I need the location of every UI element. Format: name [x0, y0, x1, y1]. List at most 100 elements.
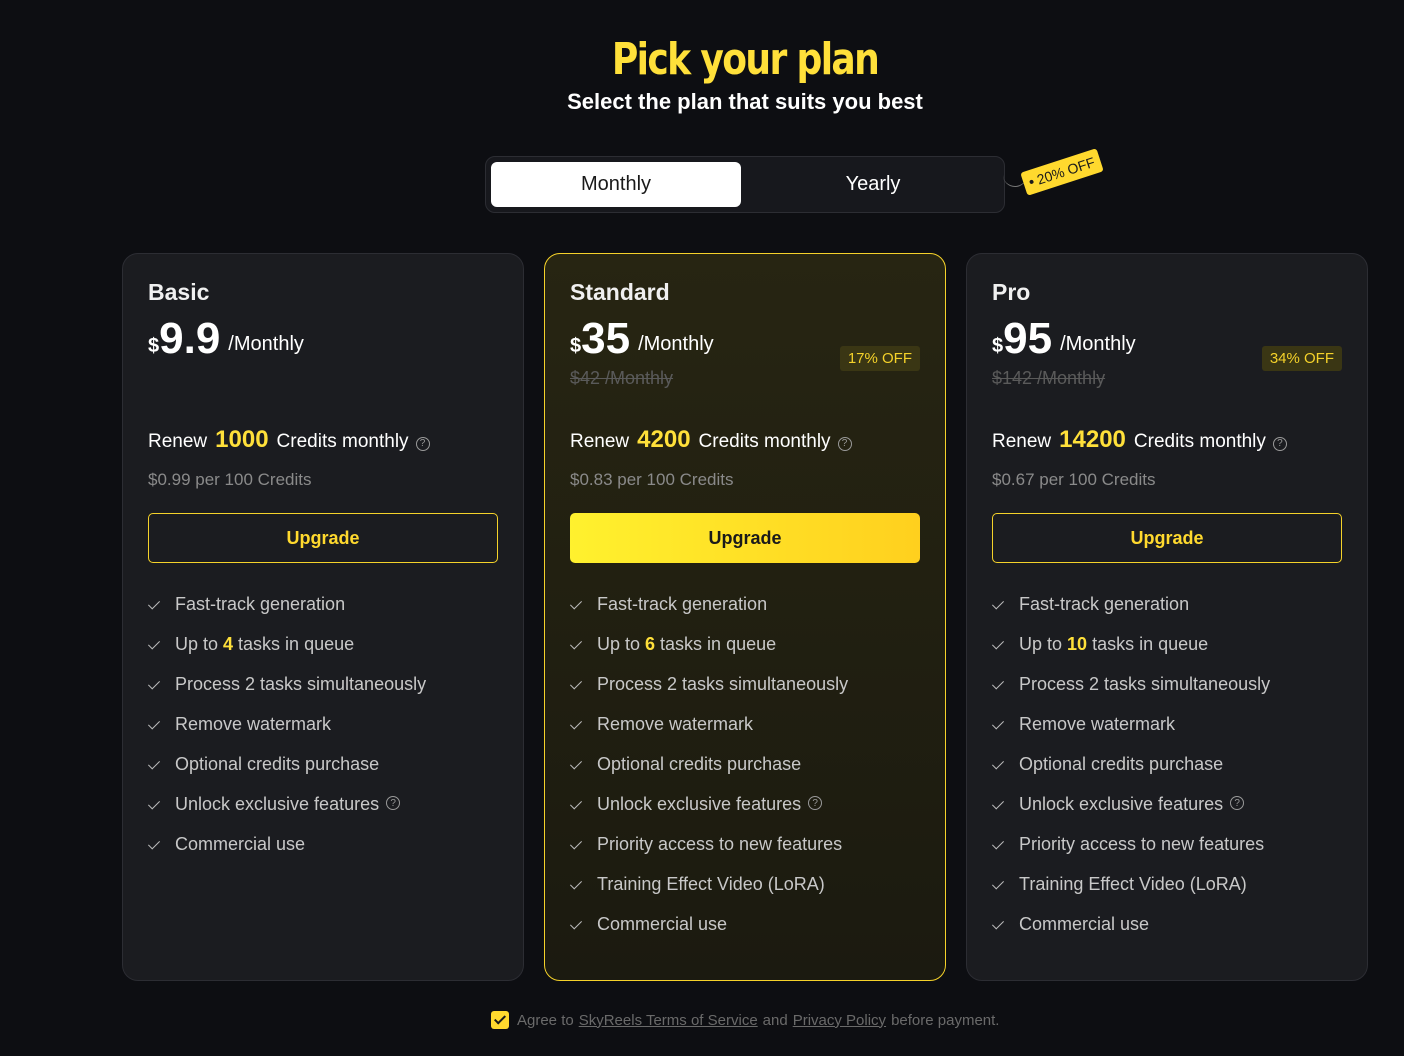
feature-item: Up to 6 tasks in queue: [570, 624, 848, 664]
feature-text: Unlock exclusive features: [1019, 793, 1224, 814]
check-icon: [148, 837, 163, 852]
renew-credits: Renew 4200 Credits monthly ?: [570, 426, 852, 454]
feature-item: Training Effect Video (LoRA): [992, 864, 1270, 904]
upgrade-button[interactable]: Upgrade: [992, 513, 1342, 563]
original-price: $42 /Monthly: [570, 368, 674, 388]
feature-text: Fast-track generation: [1019, 593, 1190, 614]
renew-prefix: Renew: [148, 431, 208, 452]
feature-text: Unlock exclusive features: [175, 793, 380, 814]
agree-and: and: [762, 1011, 788, 1029]
feature-text: Optional credits purchase: [175, 753, 380, 774]
help-icon[interactable]: ?: [1272, 436, 1287, 451]
terms-link[interactable]: SkyReels Terms of Service: [579, 1012, 758, 1029]
feature-item: Priority access to new features: [570, 824, 848, 864]
renew-credits: Renew 1000 Credits monthly ?: [148, 426, 430, 454]
price-amount: 95: [1003, 314, 1053, 363]
feature-text: Up to: [597, 633, 641, 654]
renew-prefix: Renew: [992, 431, 1052, 452]
credits-count: 14200: [1059, 426, 1126, 453]
renew-credits: Renew 14200 Credits monthly ?: [992, 426, 1287, 454]
renew-suffix: Credits monthly: [698, 431, 831, 452]
check-icon: [992, 637, 1007, 652]
check-icon: [570, 717, 585, 732]
monthly-toggle-button[interactable]: Monthly: [491, 162, 741, 207]
check-icon: [570, 917, 585, 932]
credit-rate: $0.67 per 100 Credits: [992, 470, 1156, 489]
privacy-link[interactable]: Privacy Policy: [793, 1012, 886, 1029]
upgrade-button[interactable]: Upgrade: [570, 513, 920, 563]
feature-item: Up to 4 tasks in queue: [148, 624, 426, 664]
help-icon[interactable]: ?: [808, 796, 823, 810]
feature-text: Remove watermark: [597, 713, 754, 734]
check-icon: [570, 677, 585, 692]
plan-price: $ 9.9 /Monthly: [148, 316, 304, 362]
feature-item: Remove watermark: [570, 704, 848, 744]
check-icon: [992, 597, 1007, 612]
check-icon: [992, 717, 1007, 732]
feature-item: Fast-track generation: [148, 584, 426, 624]
feature-item: Fast-track generation: [992, 584, 1270, 624]
feature-item: Commercial use: [992, 904, 1270, 944]
check-icon: [570, 877, 585, 892]
discount-badge: 34% OFF: [1261, 346, 1342, 371]
feature-list: Fast-track generation Up to 6 tasks in que…: [570, 584, 848, 944]
credits-count: 4200: [637, 426, 691, 453]
feature-item: Unlock exclusive features?: [570, 784, 848, 824]
feature-text: Commercial use: [1019, 913, 1150, 934]
check-icon: [992, 837, 1007, 852]
feature-item: Remove watermark: [148, 704, 426, 744]
renew-prefix: Renew: [570, 431, 630, 452]
check-icon: [992, 757, 1007, 772]
agree-checkbox[interactable]: [491, 1011, 509, 1029]
page-subtitle: Select the plan that suits you best: [567, 89, 923, 114]
currency-symbol: $: [148, 335, 160, 357]
yearly-discount-tag: 20% OFF: [1020, 148, 1104, 196]
feature-text: Commercial use: [175, 833, 306, 854]
feature-item: Process 2 tasks simultaneously: [992, 664, 1270, 704]
queue-count: 4: [223, 633, 234, 654]
upgrade-button[interactable]: Upgrade: [148, 513, 498, 563]
price-amount: 35: [581, 314, 631, 363]
feature-item: Unlock exclusive features?: [992, 784, 1270, 824]
price-amount: 9.9: [159, 314, 221, 363]
check-icon: [148, 597, 163, 612]
check-icon: [570, 637, 585, 652]
check-icon: [148, 677, 163, 692]
check-icon: [148, 797, 163, 812]
feature-text: Up to: [1019, 633, 1063, 654]
feature-text: Training Effect Video (LoRA): [1019, 873, 1247, 894]
check-icon: [992, 877, 1007, 892]
feature-text: Training Effect Video (LoRA): [597, 873, 825, 894]
price-period: /Monthly: [1060, 333, 1136, 355]
feature-text: Fast-track generation: [175, 593, 346, 614]
help-icon[interactable]: ?: [1230, 796, 1245, 810]
plan-name: Standard: [570, 279, 670, 305]
yearly-toggle-button[interactable]: Yearly: [748, 162, 998, 207]
check-icon: [570, 757, 585, 772]
feature-text: Optional credits purchase: [597, 753, 802, 774]
help-icon[interactable]: ?: [386, 796, 401, 810]
agree-suffix: before payment.: [891, 1011, 1000, 1029]
queue-count: 10: [1067, 633, 1088, 654]
plan-card-standard: Standard $ 35 /Monthly $42 /Monthly 17% …: [544, 253, 946, 981]
feature-text: tasks in queue: [660, 633, 777, 654]
credit-rate: $0.99 per 100 Credits: [148, 470, 312, 489]
currency-symbol: $: [570, 335, 582, 357]
check-icon: [992, 677, 1007, 692]
agree-prefix: Agree to: [517, 1011, 574, 1029]
feature-list: Fast-track generation Up to 10 tasks in qu…: [992, 584, 1270, 944]
plan-name: Pro: [992, 279, 1031, 305]
help-icon[interactable]: ?: [415, 436, 430, 451]
check-icon: [992, 797, 1007, 812]
plan-card-pro: Pro $ 95 /Monthly $142 /Monthly 34% OFF …: [966, 253, 1368, 981]
queue-count: 6: [645, 633, 656, 654]
feature-item: Optional credits purchase: [570, 744, 848, 784]
help-icon[interactable]: ?: [837, 436, 852, 451]
feature-text: Priority access to new features: [1019, 833, 1265, 854]
feature-item: Remove watermark: [992, 704, 1270, 744]
price-period: /Monthly: [228, 333, 304, 355]
feature-text: Unlock exclusive features: [597, 793, 802, 814]
page-title: Pick your plan: [611, 34, 880, 85]
check-icon: [148, 717, 163, 732]
original-price: $142 /Monthly: [992, 368, 1106, 388]
